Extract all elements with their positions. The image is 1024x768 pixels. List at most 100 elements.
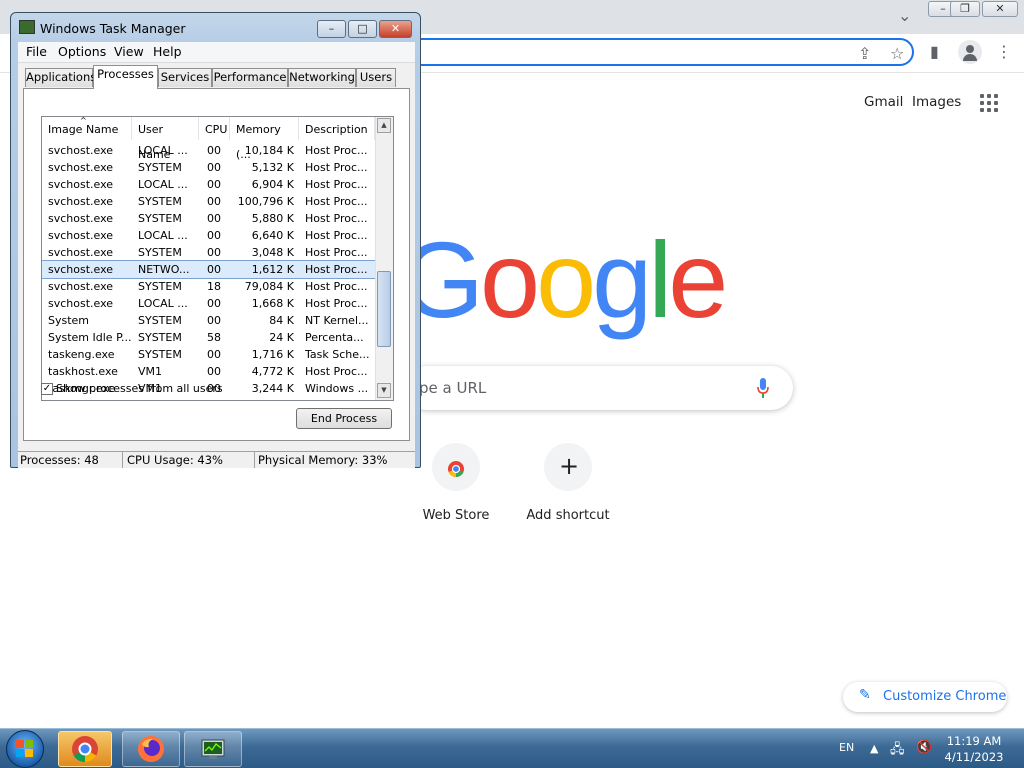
scroll-down-icon[interactable]: ▼ xyxy=(377,383,391,398)
pencil-icon: ✎ xyxy=(859,687,871,703)
menu-help[interactable]: Help xyxy=(153,44,182,59)
address-bar[interactable]: ⇪ ☆ xyxy=(380,38,914,66)
process-row[interactable]: taskeng.exe SYSTEM 00 1,716 K Task Sche... xyxy=(42,346,375,363)
taskbar-app-task-manager[interactable] xyxy=(184,731,242,767)
language-indicator[interactable]: EN xyxy=(839,741,854,754)
process-row[interactable]: System SYSTEM 00 84 K NT Kernel... xyxy=(42,312,375,329)
column-image-name[interactable]: Image Name ^ xyxy=(42,117,132,140)
show-hidden-icons-icon[interactable]: ▲ xyxy=(870,742,878,755)
end-process-button[interactable]: End Process xyxy=(296,408,392,429)
processes-panel: Image Name ^ User Name CPU Memory (... D… xyxy=(23,88,410,441)
google-apps-icon[interactable] xyxy=(980,94,1000,114)
start-button[interactable] xyxy=(6,730,44,768)
share-icon[interactable]: ⇪ xyxy=(858,44,871,64)
search-box[interactable]: pe a URL xyxy=(405,366,793,410)
menu-view[interactable]: View xyxy=(114,44,144,59)
process-row[interactable]: svchost.exe LOCAL ... 00 1,668 K Host Proc..… xyxy=(42,295,375,312)
column-user-name[interactable]: User Name xyxy=(132,117,199,161)
cell-user-name: SYSTEM xyxy=(138,348,182,361)
menu-options[interactable]: Options xyxy=(58,44,106,59)
cell-user-name: VM1 xyxy=(138,365,163,378)
show-all-users-checkbox[interactable]: ✓ xyxy=(41,383,53,395)
process-list-scrollbar[interactable]: ▲ ▼ xyxy=(375,117,393,400)
cell-memory: 10,184 K xyxy=(244,144,294,157)
taskbar-app-firefox[interactable] xyxy=(122,731,180,767)
bookmark-star-icon[interactable]: ☆ xyxy=(890,44,904,64)
web-store-label[interactable]: Web Store xyxy=(396,508,516,523)
microphone-icon[interactable] xyxy=(757,377,769,399)
images-link[interactable]: Images xyxy=(912,94,961,110)
task-manager-icon xyxy=(199,735,227,767)
cell-user-name: SYSTEM xyxy=(138,280,182,293)
clock-date[interactable]: 4/11/2023 xyxy=(943,750,1005,764)
task-manager-body: File Options View Help Applications Proc… xyxy=(18,42,415,468)
process-row[interactable]: svchost.exe LOCAL ... 00 6,640 K Host Proc..… xyxy=(42,227,375,244)
column-description[interactable]: Description xyxy=(299,117,375,140)
tab-search-chevron-icon[interactable]: ⌄ xyxy=(898,6,911,26)
restore-button[interactable]: ❐ xyxy=(950,1,980,17)
task-manager-titlebar[interactable]: Windows Task Manager – □ ✕ xyxy=(11,13,420,41)
cell-description: Host Proc... xyxy=(305,263,368,276)
tab-networking[interactable]: Networking xyxy=(288,68,356,87)
cell-memory: 84 K xyxy=(269,314,294,327)
cell-image-name: svchost.exe xyxy=(48,161,114,174)
cell-memory: 6,640 K xyxy=(251,229,294,242)
web-store-shortcut[interactable] xyxy=(432,443,480,491)
taskbar-app-chrome[interactable] xyxy=(58,731,112,767)
cell-image-name: svchost.exe xyxy=(48,280,114,293)
gmail-link[interactable]: Gmail xyxy=(864,94,903,110)
chrome-menu-icon[interactable]: ⋮ xyxy=(996,42,1012,62)
clock-time[interactable]: 11:19 AM xyxy=(946,734,1002,748)
process-row[interactable]: svchost.exe SYSTEM 00 5,132 K Host Proc... xyxy=(42,159,375,176)
process-list[interactable]: Image Name ^ User Name CPU Memory (... D… xyxy=(41,116,394,401)
tm-minimize-button[interactable]: – xyxy=(317,20,346,38)
logo-letter: e xyxy=(668,219,728,340)
cell-user-name: SYSTEM xyxy=(138,314,182,327)
cell-description: Host Proc... xyxy=(305,161,368,174)
process-row[interactable]: svchost.exe SYSTEM 18 79,084 K Host Proc... xyxy=(42,278,375,295)
cell-image-name: svchost.exe xyxy=(48,178,114,191)
cell-cpu: 58 xyxy=(207,331,221,344)
cell-memory: 1,716 K xyxy=(251,348,294,361)
customize-chrome-button[interactable]: ✎ Customize Chrome xyxy=(843,682,1007,712)
cell-description: Windows ... xyxy=(305,382,369,395)
process-row[interactable]: taskhost.exe VM1 00 4,772 K Host Proc... xyxy=(42,363,375,380)
side-panel-icon[interactable]: ▮ xyxy=(930,42,939,62)
cell-image-name: taskhost.exe xyxy=(48,365,118,378)
scroll-up-icon[interactable]: ▲ xyxy=(377,118,391,133)
tab-processes[interactable]: Processes xyxy=(93,65,158,89)
process-row[interactable]: svchost.exe LOCAL ... 00 10,184 K Host Proc.… xyxy=(42,142,375,159)
tm-maximize-button[interactable]: □ xyxy=(348,20,377,38)
tab-performance[interactable]: Performance xyxy=(212,68,288,87)
cell-user-name: SYSTEM xyxy=(138,331,182,344)
add-shortcut-button[interactable]: + xyxy=(544,443,592,491)
network-icon[interactable]: 🖧 xyxy=(890,740,905,762)
profile-avatar-icon[interactable] xyxy=(958,40,982,64)
status-bar: Processes: 48 CPU Usage: 43% Physical Me… xyxy=(18,451,415,468)
column-memory[interactable]: Memory (... xyxy=(230,117,299,161)
cell-user-name: LOCAL ... xyxy=(138,229,188,242)
process-row[interactable]: svchost.exe SYSTEM 00 3,048 K Host Proc... xyxy=(42,244,375,261)
add-shortcut-label[interactable]: Add shortcut xyxy=(508,508,628,523)
tm-close-button[interactable]: ✕ xyxy=(379,20,412,38)
chrome-icon xyxy=(71,735,99,767)
close-button[interactable]: ✕ xyxy=(982,1,1018,17)
tab-applications[interactable]: Applications xyxy=(25,68,96,87)
volume-muted-icon[interactable]: 🔇 xyxy=(916,740,932,755)
cell-cpu: 00 xyxy=(207,246,221,259)
process-row[interactable]: System Idle P... SYSTEM 58 24 K Percenta... xyxy=(42,329,375,346)
tab-users[interactable]: Users xyxy=(356,68,396,87)
cell-memory: 100,796 K xyxy=(237,195,294,208)
process-row[interactable]: svchost.exe NETWO... 00 1,612 K Host Proc... xyxy=(42,260,376,279)
process-row[interactable]: svchost.exe LOCAL ... 00 6,904 K Host Proc..… xyxy=(42,176,375,193)
task-manager-app-icon xyxy=(19,20,35,34)
cell-memory: 79,084 K xyxy=(244,280,294,293)
menu-file[interactable]: File xyxy=(26,44,47,59)
column-cpu[interactable]: CPU xyxy=(199,117,230,140)
tab-services[interactable]: Services xyxy=(158,68,212,87)
scrollbar-thumb[interactable] xyxy=(377,271,391,347)
show-all-users-label[interactable]: Show processes from all users xyxy=(56,382,223,395)
cell-image-name: System xyxy=(48,314,90,327)
process-row[interactable]: svchost.exe SYSTEM 00 5,880 K Host Proc... xyxy=(42,210,375,227)
process-row[interactable]: svchost.exe SYSTEM 00 100,796 K Host Proc... xyxy=(42,193,375,210)
